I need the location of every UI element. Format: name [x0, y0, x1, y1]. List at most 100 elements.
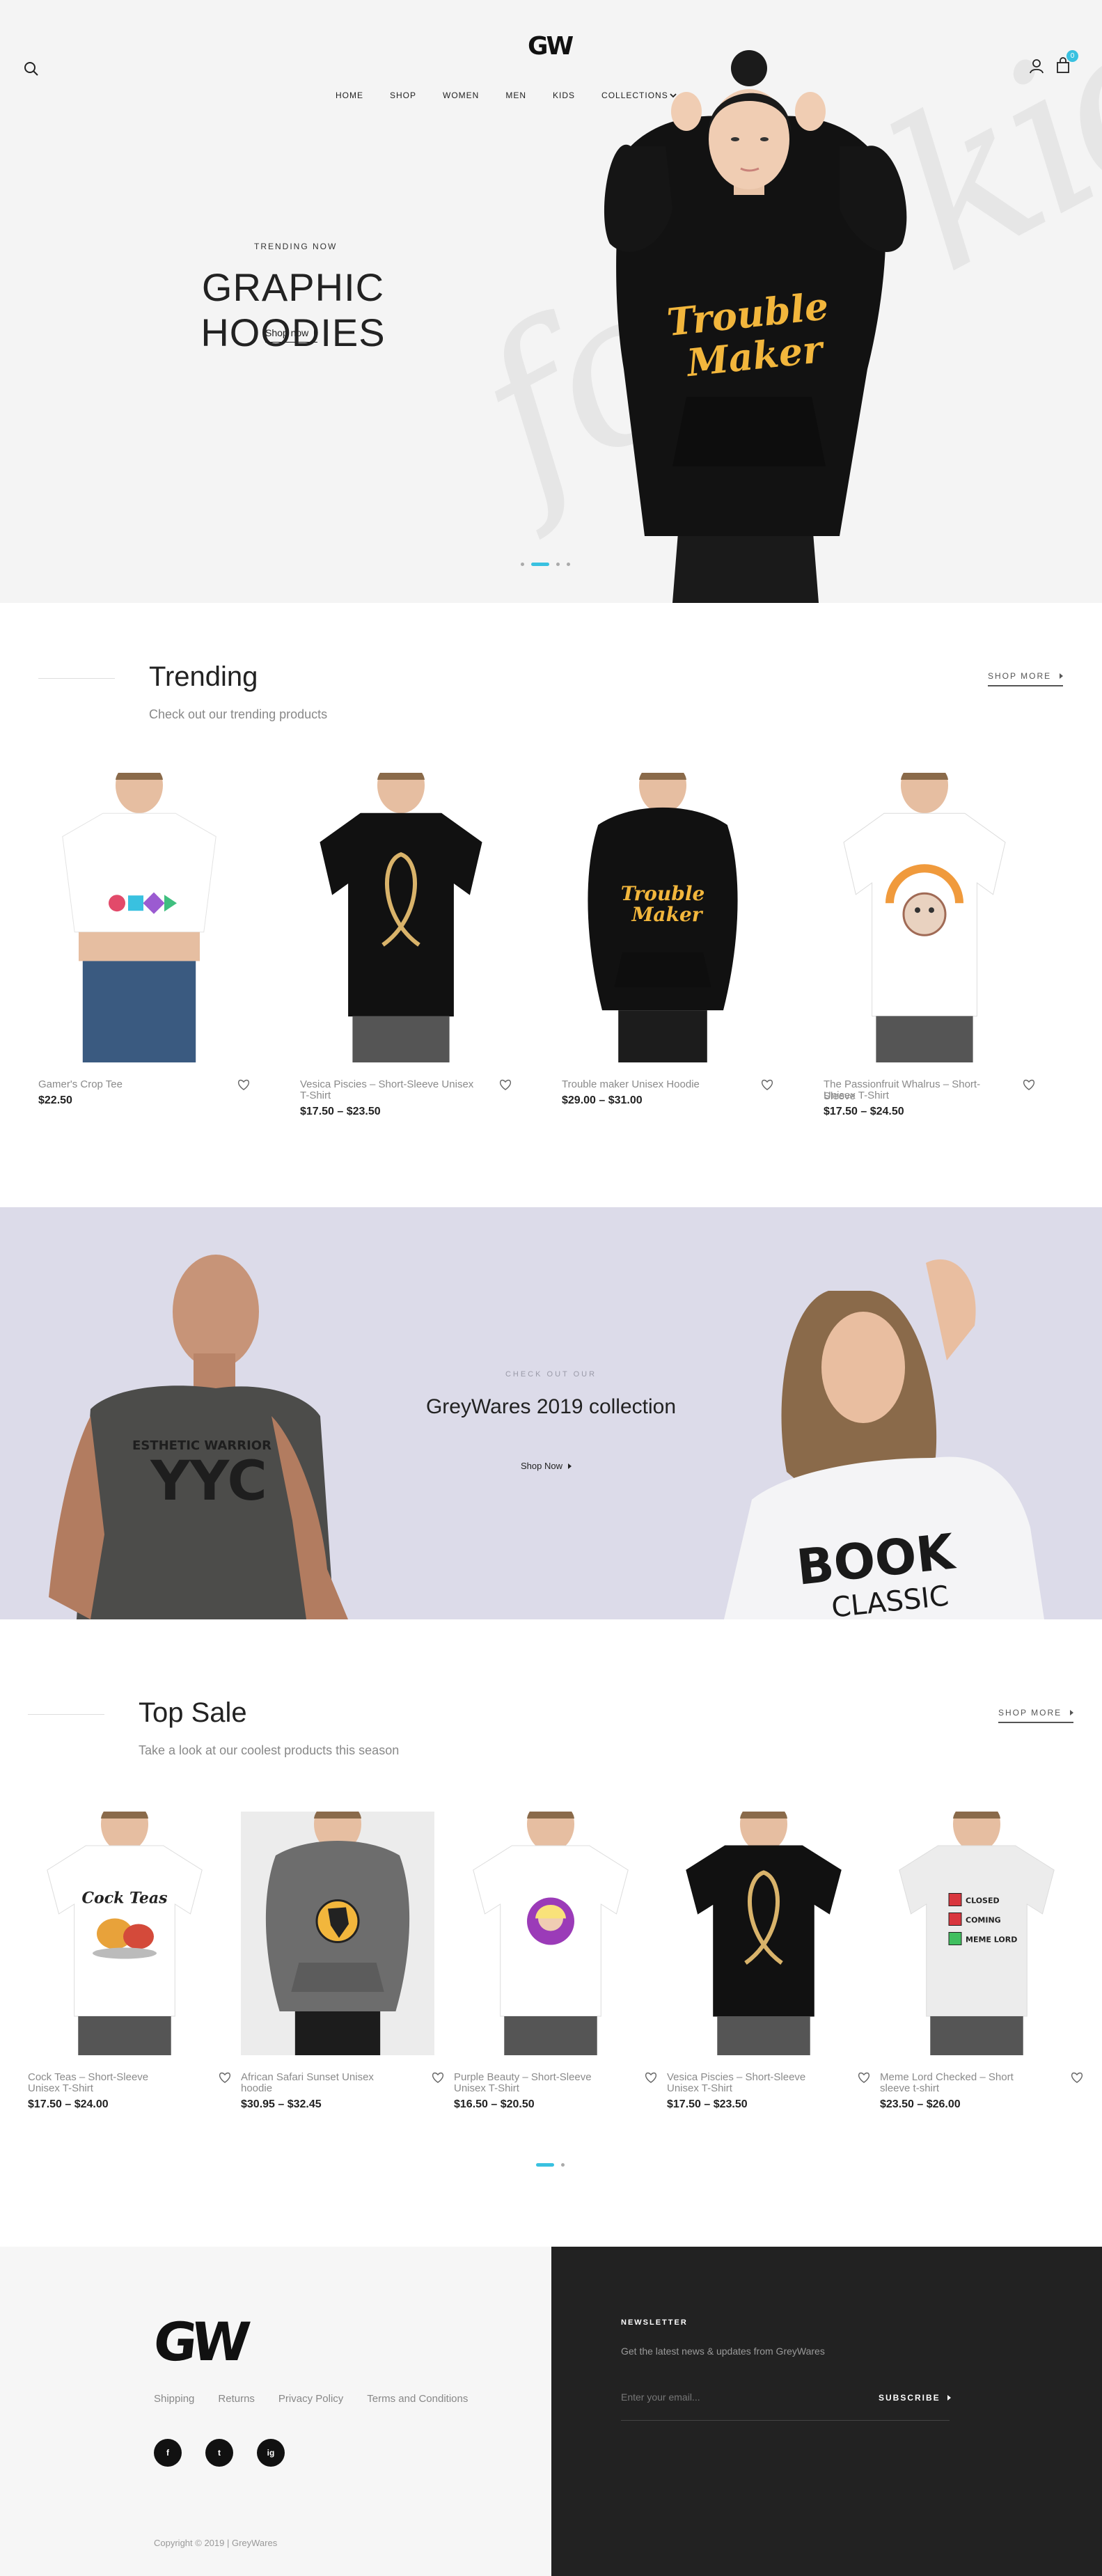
site-logo[interactable]: GW: [528, 32, 574, 61]
trending-subtitle: Check out our trending products: [149, 707, 328, 721]
banner-female-model-image: BOOK CLASSIC: [724, 1259, 1044, 1619]
section-divider: [38, 678, 115, 679]
top-sale-product-card[interactable]: Cock Teas Cock Teas – Short-Sleeve Unisex …: [28, 1812, 230, 2132]
footer-link-shipping[interactable]: Shipping: [154, 2393, 194, 2405]
trending-product-card[interactable]: Trouble Maker Trouble maker Unisex Hoodie $…: [562, 773, 773, 1139]
trending-product-card[interactable]: Gamer's Crop Tee $22.50: [38, 773, 249, 1139]
top-sale-shop-more-link[interactable]: SHOP MORE: [998, 1708, 1074, 1723]
footer-logo[interactable]: GW: [150, 2311, 248, 2373]
trending-product-image[interactable]: [824, 773, 1025, 1062]
search-icon[interactable]: [24, 61, 39, 77]
trending-product-name[interactable]: Trouble maker Unisex Hoodie: [562, 1078, 743, 1091]
shop-more-label: SHOP MORE: [988, 671, 1052, 681]
newsletter-title: NEWSLETTER: [621, 2318, 688, 2327]
newsletter-input-underline: [621, 2420, 950, 2421]
arrow-right-icon: [314, 330, 318, 336]
top-sale-product-name-line-2[interactable]: Unisex T-Shirt: [28, 2082, 93, 2095]
trending-product-name-line-2[interactable]: T-Shirt: [300, 1090, 331, 1102]
wishlist-heart-icon[interactable]: [237, 1079, 250, 1090]
pager-dot[interactable]: [561, 2163, 565, 2167]
top-sale-product-card[interactable]: Purple Beauty – Short-Sleeve Unisex T-Shi…: [454, 1812, 656, 2132]
footer-links: Shipping Returns Privacy Policy Terms an…: [154, 2393, 468, 2405]
top-sale-product-price: $17.50 – $23.50: [667, 2098, 748, 2110]
wishlist-heart-icon[interactable]: [219, 2072, 231, 2083]
top-sale-product-image-graphic: [265, 1812, 410, 2055]
wishlist-heart-icon[interactable]: [761, 1079, 773, 1090]
trending-title: Trending: [149, 661, 258, 692]
slider-dot-active[interactable]: [531, 563, 549, 566]
trending-product-name[interactable]: Gamer's Crop Tee: [38, 1078, 219, 1091]
trending-product-image-graphic: [843, 773, 1006, 1062]
top-sale-product-price: $17.50 – $24.00: [28, 2098, 109, 2110]
newsletter-subtitle: Get the latest news & updates from GreyW…: [621, 2346, 825, 2357]
wishlist-heart-icon[interactable]: [1023, 1079, 1035, 1090]
top-sale-product-name-line-2[interactable]: Unisex T-Shirt: [667, 2082, 732, 2095]
footer-link-privacy[interactable]: Privacy Policy: [278, 2393, 343, 2405]
nav-shop[interactable]: SHOP: [390, 91, 416, 100]
trending-product-image[interactable]: [300, 773, 502, 1062]
facebook-icon[interactable]: f: [154, 2439, 182, 2467]
banner-shop-now-button[interactable]: Shop Now: [521, 1461, 572, 1471]
top-sale-product-image[interactable]: CLOSED COMING MEME LORD: [880, 1812, 1073, 2055]
wishlist-heart-icon[interactable]: [499, 1079, 512, 1090]
trending-shop-more-link[interactable]: SHOP MORE: [988, 671, 1064, 686]
svg-text:Trouble: Trouble: [621, 882, 705, 905]
collection-banner: YYC ESTHETIC WARRIOR CHECK OUT OUR GreyW…: [0, 1207, 1102, 1619]
top-sale-product-card[interactable]: Vesica Piscies – Short-Sleeve Unisex T-Sh…: [667, 1812, 869, 2132]
hero-shop-now-button[interactable]: Shop now: [265, 327, 318, 343]
top-sale-product-image-graphic: [473, 1812, 629, 2055]
section-divider: [28, 1714, 104, 1715]
hero-section: foxy kids GW 0 HOME SHOP WOMEN MEN KIDS …: [0, 0, 1102, 603]
top-sale-product-price: $30.95 – $32.45: [241, 2098, 322, 2110]
top-sale-product-image-graphic: [686, 1812, 842, 2055]
trending-product-price: $22.50: [38, 1094, 72, 1106]
trending-product-price: $17.50 – $23.50: [300, 1106, 381, 1117]
copyright-text: Copyright © 2019 | GreyWares: [154, 2538, 278, 2548]
nav-home[interactable]: HOME: [336, 91, 363, 100]
top-sale-product-image[interactable]: Cock Teas: [28, 1812, 221, 2055]
top-sale-product-price: $16.50 – $20.50: [454, 2098, 535, 2110]
trending-product-card[interactable]: The Passionfruit Whalrus – Short-Sleeve U…: [824, 773, 1034, 1139]
account-icon[interactable]: [1029, 58, 1044, 74]
top-sale-product-image[interactable]: [667, 1812, 860, 2055]
instagram-icon[interactable]: ig: [257, 2439, 285, 2467]
trending-product-price: $29.00 – $31.00: [562, 1094, 643, 1106]
slider-dot[interactable]: [556, 563, 560, 566]
wishlist-heart-icon[interactable]: [1071, 2072, 1083, 2083]
top-sale-product-card[interactable]: African Safari Sunset Unisex hoodie $30.95…: [241, 1812, 443, 2132]
arrow-right-icon: [1060, 673, 1064, 679]
top-sale-product-image[interactable]: [241, 1812, 434, 2055]
svg-text:CLOSED: CLOSED: [966, 1896, 1000, 1906]
trending-product-card[interactable]: Vesica Piscies – Short-Sleeve Unisex T-Sh…: [300, 773, 511, 1139]
wishlist-heart-icon[interactable]: [858, 2072, 870, 2083]
subscribe-button[interactable]: SUBSCRIBE: [879, 2393, 951, 2403]
wishlist-heart-icon[interactable]: [645, 2072, 657, 2083]
top-sale-product-name-line-2[interactable]: hoodie: [241, 2082, 272, 2095]
svg-text:Maker: Maker: [631, 903, 703, 926]
footer-link-returns[interactable]: Returns: [218, 2393, 255, 2405]
svg-text:Cock Teas: Cock Teas: [82, 1890, 168, 1908]
wishlist-heart-icon[interactable]: [432, 2072, 444, 2083]
trending-product-image-graphic: [62, 773, 217, 1062]
top-sale-product-name-line-2[interactable]: sleeve t-shirt: [880, 2082, 939, 2095]
newsletter-email-input[interactable]: [621, 2392, 830, 2403]
newsletter-section: NEWSLETTER Get the latest news & updates…: [551, 2247, 1102, 2576]
subscribe-label: SUBSCRIBE: [879, 2393, 940, 2403]
slider-dot[interactable]: [567, 563, 570, 566]
trending-product-image[interactable]: Trouble Maker: [562, 773, 764, 1062]
pager-dot-active[interactable]: [536, 2163, 554, 2167]
trending-product-name-line-2[interactable]: Unisex T-Shirt: [824, 1090, 889, 1102]
shop-more-label: SHOP MORE: [998, 1708, 1062, 1718]
top-sale-product-image[interactable]: [454, 1812, 647, 2055]
twitter-icon[interactable]: t: [205, 2439, 233, 2467]
top-sale-product-name-line-2[interactable]: Unisex T-Shirt: [454, 2082, 519, 2095]
banner-button-label: Shop Now: [521, 1461, 562, 1471]
top-sale-product-card[interactable]: CLOSED COMING MEME LORD Meme Lord Checked –…: [880, 1812, 1083, 2132]
nav-men[interactable]: MEN: [505, 91, 526, 100]
nav-kids[interactable]: KIDS: [553, 91, 575, 100]
slider-dot[interactable]: [521, 563, 524, 566]
trending-product-image[interactable]: [38, 773, 240, 1062]
hero-button-label: Shop now: [265, 327, 309, 338]
nav-women[interactable]: WOMEN: [443, 91, 479, 100]
footer-link-terms[interactable]: Terms and Conditions: [367, 2393, 468, 2405]
